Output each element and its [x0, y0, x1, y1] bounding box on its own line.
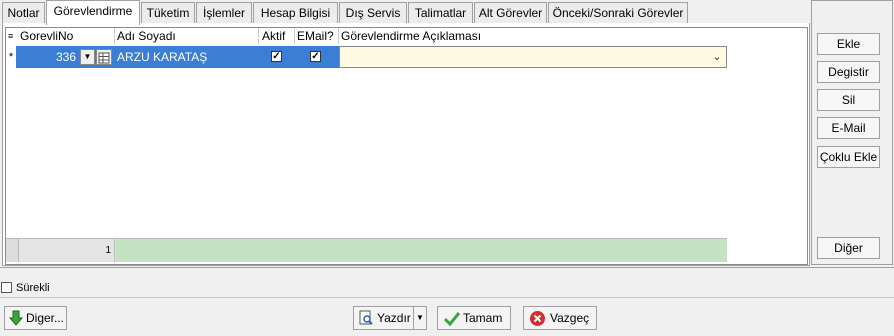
tab-tuketim[interactable]: Tüketim [141, 2, 195, 23]
column-chooser-icon[interactable]: ≡ [8, 28, 18, 44]
diger-button[interactable]: Diger... [4, 306, 67, 330]
aktif-cell[interactable]: ✓ [259, 46, 295, 68]
surekli-label: Sürekli [16, 282, 50, 294]
lookup-grid-icon[interactable] [96, 49, 112, 65]
row-indicator: * [8, 51, 14, 63]
dropdown-arrow-icon[interactable]: ▼ [80, 49, 95, 65]
chevron-down-icon: ▼ [416, 313, 424, 322]
tab-dis-servis[interactable]: Dış Servis [339, 2, 407, 23]
print-preview-icon [358, 310, 374, 326]
footer-summary-bar [116, 239, 727, 262]
yazdir-button[interactable]: Yazdır [353, 306, 414, 330]
header-divider [338, 28, 339, 44]
tab-talimatlar[interactable]: Talimatlar [408, 2, 473, 23]
tamam-button[interactable]: Tamam [437, 306, 511, 330]
header-divider [258, 28, 259, 44]
col-header-aciklama[interactable]: Görevlendirme Açıklaması [341, 28, 482, 44]
email-cell[interactable]: ✓ [295, 46, 339, 68]
col-header-aktif[interactable]: Aktif [262, 28, 286, 44]
cancel-icon [529, 310, 546, 327]
ekle-button[interactable]: Ekle [817, 33, 880, 55]
degistir-button[interactable]: Degistir [817, 61, 880, 83]
aciklama-cell[interactable]: ⌄ [339, 46, 727, 68]
coklu-ekle-button[interactable]: Çoklu Ekle [817, 146, 880, 168]
col-header-adi-soyadi[interactable]: Adı Soyadı [117, 28, 176, 44]
checkmark-icon [443, 310, 461, 327]
adi-soyadi-cell[interactable]: ARZU KARATAŞ [114, 46, 259, 68]
gorevli-no-cell[interactable]: 336 ▼ [16, 46, 114, 68]
arrow-down-icon [8, 310, 24, 326]
tab-islemler[interactable]: İşlemler [196, 2, 252, 23]
table-row[interactable]: * 336 ▼ ARZU KARATAŞ ✓ ✓ ⌄ [6, 46, 727, 68]
tab-alt-gorevler[interactable]: Alt Görevler [474, 2, 547, 23]
tab-hesap-bilgisi[interactable]: Hesap Bilgisi [253, 2, 338, 23]
tab-gorevlendirme[interactable]: Görevlendirme [46, 0, 140, 25]
header-divider [294, 28, 295, 44]
email-button[interactable]: E-Mail [817, 117, 880, 139]
header-divider [114, 28, 115, 44]
email-checkbox[interactable]: ✓ [310, 51, 321, 62]
surekli-checkbox[interactable] [1, 282, 12, 293]
gorevli-no-value: 336 [55, 50, 76, 64]
tab-onceki-sonraki-gorevler[interactable]: Önceki/Sonraki Görevler [548, 2, 688, 23]
diger-side-button[interactable]: Diğer [817, 237, 880, 259]
sil-button[interactable]: Sil [817, 89, 880, 111]
aktif-checkbox[interactable]: ✓ [271, 51, 282, 62]
yazdir-dropdown[interactable]: ▼ [413, 306, 427, 330]
divider [0, 267, 894, 268]
col-header-gorevli-no[interactable]: GorevliNo [20, 28, 74, 44]
aciklama-value [340, 51, 343, 65]
tab-notlar[interactable]: Notlar [2, 2, 45, 23]
grid-footer: 1 [6, 238, 727, 262]
assignment-grid[interactable]: ≡ GorevliNo Adı Soyadı Aktif EMail? Göre… [5, 27, 808, 265]
col-header-email[interactable]: EMail? [297, 28, 334, 44]
vazgec-button[interactable]: Vazgeç [523, 306, 597, 330]
chevron-down-icon[interactable]: ⌄ [710, 49, 724, 65]
footer-count: 1 [18, 239, 115, 262]
divider [0, 297, 894, 298]
